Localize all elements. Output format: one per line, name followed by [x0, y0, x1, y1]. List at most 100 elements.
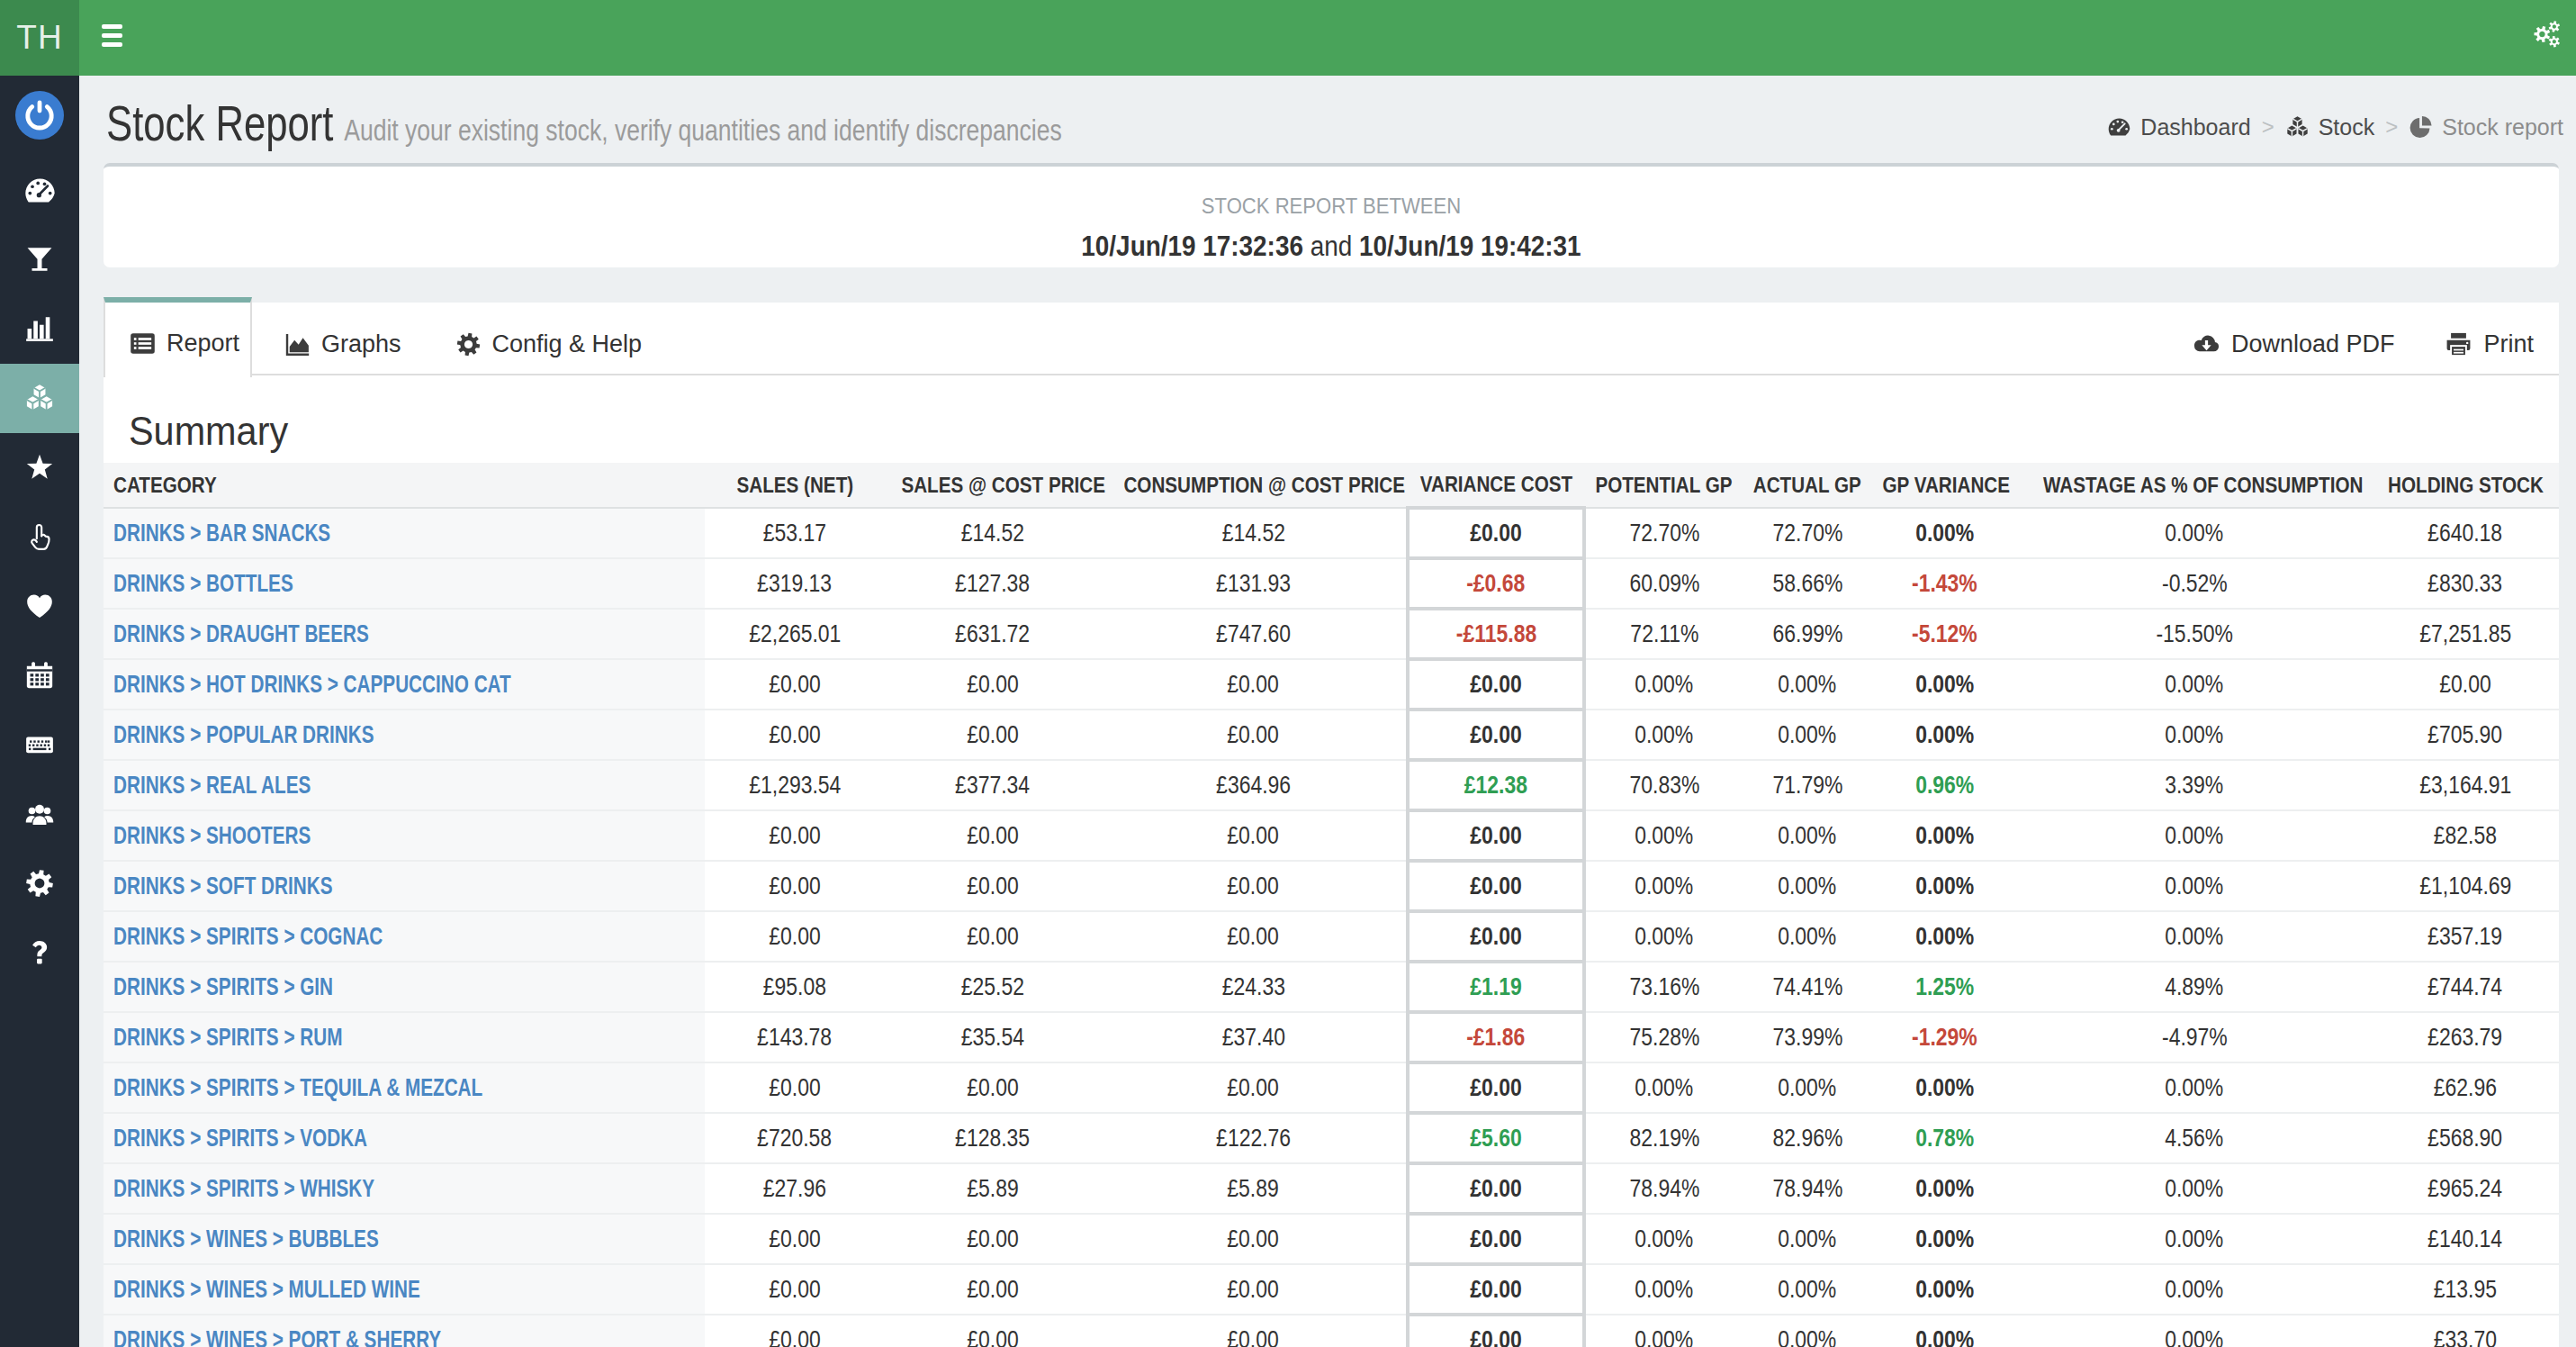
category-link[interactable]: DRINKS > SPIRITS > VODKA — [113, 1124, 367, 1153]
sidebar-item-bar-chart[interactable] — [0, 294, 79, 364]
sidebar-item-martini-glass[interactable] — [0, 225, 79, 294]
category-link[interactable]: DRINKS > WINES > BUBBLES — [113, 1225, 379, 1253]
cell-actual-gp: 0.00% — [1778, 1275, 1836, 1304]
calendar-icon — [24, 660, 55, 691]
cell-sales-at-cost-cell: £0.00 — [885, 710, 1101, 760]
brand-logo[interactable]: TH — [0, 0, 79, 76]
panel-body: Summary CATEGORYSALES (NET)SALES @ COST … — [104, 408, 2559, 1347]
cell-holding-stock-cell: £357.19 — [2372, 911, 2559, 962]
table-row: DRINKS > BOTTLES£319.13£127.38£131.93-£0… — [104, 558, 2559, 609]
category-link[interactable]: DRINKS > SPIRITS > COGNAC — [113, 922, 383, 951]
column-header: WASTAGE AS % OF CONSUMPTION — [2043, 473, 2363, 498]
power-logo-icon[interactable] — [15, 91, 64, 140]
cell-actual-gp: 72.70% — [1772, 519, 1842, 547]
cell-potential-gp-cell: 0.00% — [1584, 1214, 1743, 1264]
tab-config-help[interactable]: Config & Help — [428, 303, 670, 374]
cell-potential-gp-cell: 0.00% — [1584, 1315, 1743, 1347]
cell-wastage-cell: 0.00% — [2017, 508, 2372, 558]
category-link[interactable]: DRINKS > WINES > MULLED WINE — [113, 1275, 420, 1304]
cell-sales-at-cost-cell: £5.89 — [885, 1163, 1101, 1214]
category-cell: DRINKS > HOT DRINKS > CAPPUCCINO CAT — [104, 659, 705, 710]
sidebar-item-users[interactable] — [0, 780, 79, 849]
cell-holding-stock: £830.33 — [2428, 569, 2503, 598]
sidebar-item-star[interactable] — [0, 433, 79, 502]
cell-sales-at-cost-cell: £0.00 — [885, 659, 1101, 710]
cell-sales-net-cell: £27.96 — [705, 1163, 885, 1214]
cell-wastage-cell: 0.00% — [2017, 1264, 2372, 1315]
cell-consumption-at-cost-cell: £364.96 — [1101, 760, 1408, 810]
cloud-download-icon — [2193, 330, 2220, 358]
category-link[interactable]: DRINKS > DRAUGHT BEERS — [113, 619, 369, 648]
breadcrumb-item[interactable]: Stock — [2285, 113, 2375, 140]
category-link[interactable]: DRINKS > BAR SNACKS — [113, 519, 330, 547]
category-link[interactable]: DRINKS > SHOOTERS — [113, 821, 311, 850]
cell-variance-cost-cell: £0.00 — [1408, 861, 1584, 911]
cell-wastage-cell: 3.39% — [2017, 760, 2372, 810]
tab-graphs[interactable]: Graphs — [257, 303, 428, 374]
cell-consumption-at-cost: £24.33 — [1221, 972, 1284, 1001]
category-link[interactable]: DRINKS > SPIRITS > GIN — [113, 972, 333, 1001]
cell-sales-net-cell: £0.00 — [705, 1264, 885, 1315]
table-row: DRINKS > SPIRITS > TEQUILA & MEZCAL£0.00… — [104, 1062, 2559, 1113]
cell-holding-stock: £33.70 — [2434, 1325, 2497, 1347]
report-panel: Report Graphs Config & Help Download PDF… — [104, 303, 2559, 1347]
breadcrumb-item[interactable]: Dashboard — [2107, 113, 2250, 140]
column-header-cell: GP VARIANCE — [1872, 463, 2017, 508]
download-pdf-button[interactable]: Download PDF — [2167, 303, 2420, 374]
table-row: DRINKS > REAL ALES£1,293.54£377.34£364.9… — [104, 760, 2559, 810]
cell-holding-stock: £3,164.91 — [2419, 771, 2511, 800]
cell-holding-stock-cell: £965.24 — [2372, 1163, 2559, 1214]
category-link[interactable]: DRINKS > WINES > PORT & SHERRY — [113, 1325, 441, 1347]
cell-wastage-cell: 0.00% — [2017, 861, 2372, 911]
cell-variance-cost: -£115.88 — [1455, 619, 1536, 648]
cogs-icon[interactable] — [2534, 21, 2561, 48]
category-cell: DRINKS > WINES > MULLED WINE — [104, 1264, 705, 1315]
sidebar-item-gear[interactable] — [0, 849, 79, 918]
martini-glass-icon — [24, 244, 55, 275]
category-link[interactable]: DRINKS > SOFT DRINKS — [113, 872, 332, 900]
cell-sales-at-cost-cell: £377.34 — [885, 760, 1101, 810]
cell-wastage-cell: 0.00% — [2017, 659, 2372, 710]
column-header-cell: VARIANCE COST — [1408, 463, 1584, 508]
sidebar-item-question[interactable] — [0, 918, 79, 988]
cell-gp-variance: 0.00% — [1915, 519, 1974, 547]
tab-report[interactable]: Report — [104, 297, 252, 377]
cell-consumption-at-cost-cell: £0.00 — [1101, 659, 1408, 710]
sidebar-item-tachometer[interactable] — [0, 156, 79, 225]
menu-bars-icon[interactable] — [102, 24, 122, 48]
page-subtitle: Audit your existing stock, verify quanti… — [344, 112, 1061, 146]
category-link[interactable]: DRINKS > REAL ALES — [113, 771, 311, 800]
column-header-cell: CONSUMPTION @ COST PRICE — [1101, 463, 1408, 508]
sidebar-item-hand-pointer[interactable] — [0, 502, 79, 572]
category-link[interactable]: DRINKS > HOT DRINKS > CAPPUCCINO CAT — [113, 670, 511, 699]
sidebar-item-heart[interactable] — [0, 572, 79, 641]
category-link[interactable]: DRINKS > SPIRITS > WHISKY — [113, 1174, 374, 1203]
sidebar-item-cubes[interactable] — [0, 364, 79, 433]
category-link[interactable]: DRINKS > SPIRITS > RUM — [113, 1023, 342, 1052]
cell-wastage: 3.39% — [2165, 771, 2223, 800]
table-row: DRINKS > SOFT DRINKS£0.00£0.00£0.00£0.00… — [104, 861, 2559, 911]
cubes-icon — [24, 383, 55, 413]
cell-actual-gp-cell: 73.99% — [1743, 1012, 1872, 1062]
breadcrumb-label: Dashboard — [2140, 113, 2250, 140]
sidebar-item-calendar[interactable] — [0, 641, 79, 710]
category-link[interactable]: DRINKS > POPULAR DRINKS — [113, 720, 374, 749]
page-title-block: Stock ReportAudit your existing stock, v… — [106, 93, 1062, 151]
cell-consumption-at-cost-cell: £5.89 — [1101, 1163, 1408, 1214]
category-link[interactable]: DRINKS > BOTTLES — [113, 569, 293, 598]
cell-actual-gp-cell: 82.96% — [1743, 1113, 1872, 1163]
report-period-label: STOCK REPORT BETWEEN — [202, 194, 2461, 219]
cell-consumption-at-cost: £0.00 — [1228, 670, 1279, 699]
sidebar-item-keyboard[interactable] — [0, 710, 79, 780]
cell-wastage-cell: 0.00% — [2017, 1062, 2372, 1113]
heart-icon — [24, 591, 55, 621]
breadcrumb: Dashboard>Stock>Stock report — [2107, 113, 2563, 140]
cell-sales-net-cell: £143.78 — [705, 1012, 885, 1062]
print-button[interactable]: Print — [2419, 303, 2559, 374]
cell-consumption-at-cost-cell: £24.33 — [1101, 962, 1408, 1012]
cell-gp-variance-cell: 0.00% — [1872, 1214, 2017, 1264]
category-link[interactable]: DRINKS > SPIRITS > TEQUILA & MEZCAL — [113, 1073, 482, 1102]
period-conjunction: and — [1311, 231, 1353, 262]
cell-variance-cost-cell: £0.00 — [1408, 1315, 1584, 1347]
gear-icon — [455, 331, 482, 357]
